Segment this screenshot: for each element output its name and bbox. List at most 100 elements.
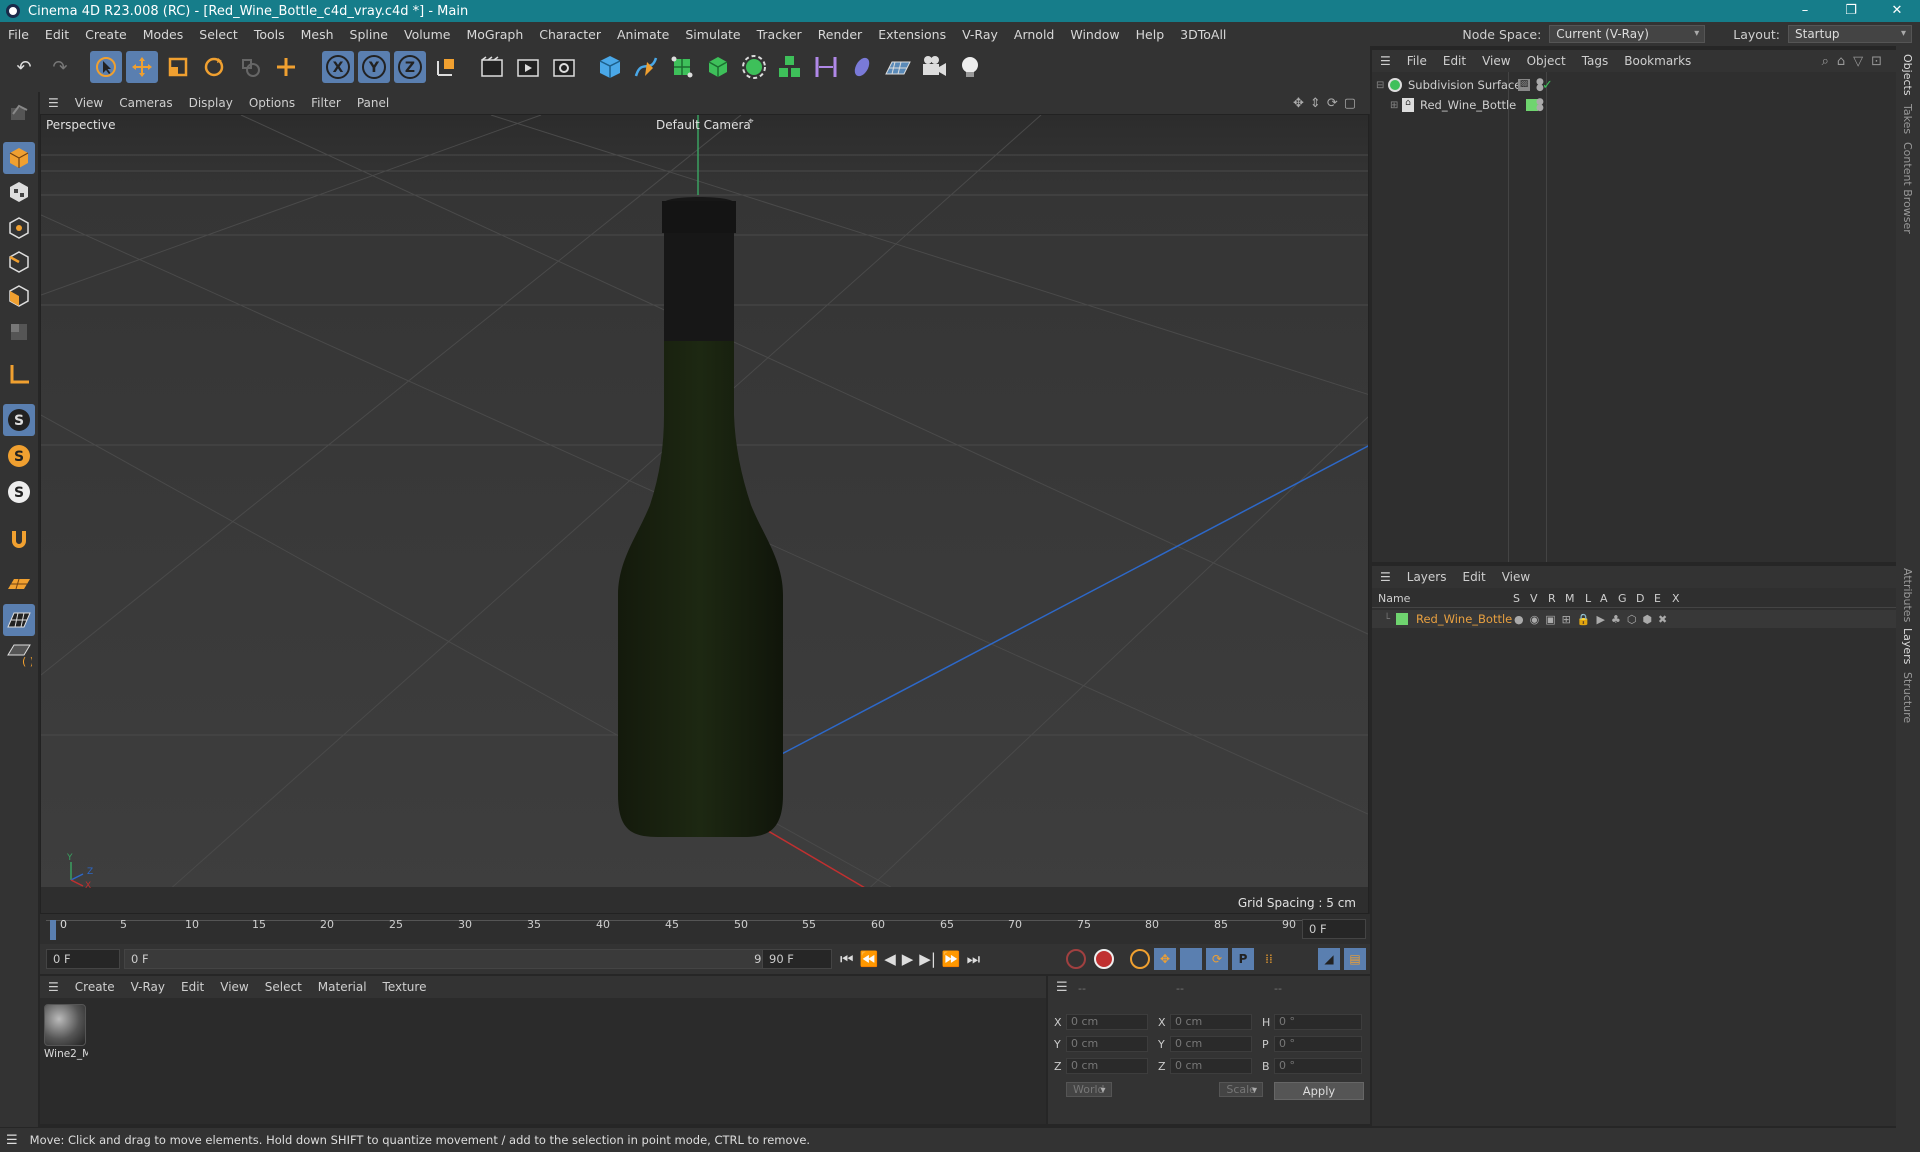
size-y-field[interactable]: 0 cm: [1170, 1036, 1252, 1052]
object-row-red-wine-bottle[interactable]: ⊞ ⌂ Red_Wine_Bottle ● ●: [1390, 96, 1890, 114]
restore-button[interactable]: ❐: [1828, 0, 1874, 22]
menu-file[interactable]: File: [0, 27, 37, 42]
menu-edit[interactable]: Edit: [37, 27, 77, 42]
go-to-end-icon[interactable]: ⏭: [967, 950, 981, 968]
material-menu-vray[interactable]: V-Ray: [123, 980, 173, 994]
previous-frame-icon[interactable]: ◀: [884, 950, 896, 968]
preview-range-slider[interactable]: 0 F 90 F: [124, 949, 788, 969]
layer-menu-view[interactable]: View: [1494, 570, 1538, 584]
layer-menu-edit[interactable]: Edit: [1454, 570, 1493, 584]
menu-3dtoall[interactable]: 3DToAll: [1172, 27, 1234, 42]
menu-volume[interactable]: Volume: [396, 27, 459, 42]
menu-extensions[interactable]: Extensions: [870, 27, 954, 42]
next-key-icon[interactable]: ⏩: [942, 950, 961, 968]
viewport-menu-cameras[interactable]: Cameras: [111, 96, 180, 110]
coordinate-type-dropdown[interactable]: Scale: [1219, 1082, 1263, 1097]
key-position-icon[interactable]: [1130, 949, 1150, 969]
layer-toggle-icons[interactable]: ●◉▣⊞🔒▶♣⬡⬢✖: [1514, 613, 1673, 626]
viewport-camera-label[interactable]: Default Camera: [656, 118, 751, 132]
coordinates-hamburger-icon[interactable]: ☰: [1056, 980, 1068, 995]
menu-arnold[interactable]: Arnold: [1006, 27, 1062, 42]
status-hamburger-icon[interactable]: ☰: [6, 1133, 18, 1148]
add-object-icon[interactable]: [270, 51, 302, 83]
tab-objects[interactable]: Objects: [1901, 54, 1914, 96]
material-menu-edit[interactable]: Edit: [173, 980, 212, 994]
next-frame-icon[interactable]: ▶|: [919, 950, 936, 968]
menu-mograph[interactable]: MoGraph: [458, 27, 531, 42]
uv-mode-icon[interactable]: [3, 316, 35, 348]
snap-enable-icon[interactable]: S: [3, 404, 35, 436]
undo-icon[interactable]: ↶: [8, 51, 40, 83]
key-pla-icon[interactable]: ⁞⁞: [1258, 948, 1280, 970]
scale-tool-icon[interactable]: [162, 51, 194, 83]
menu-select[interactable]: Select: [191, 27, 246, 42]
menu-help[interactable]: Help: [1128, 27, 1173, 42]
pos-z-field[interactable]: 0 cm: [1066, 1058, 1148, 1074]
object-search-filter-icons[interactable]: ⌕⌂▽⊡: [1822, 54, 1890, 69]
tab-layers[interactable]: Layers: [1901, 628, 1914, 664]
layer-hamburger-icon[interactable]: ☰: [1372, 570, 1399, 584]
coordinate-system-icon[interactable]: [430, 51, 462, 83]
menu-vray[interactable]: V-Ray: [954, 27, 1006, 42]
menu-render[interactable]: Render: [810, 27, 871, 42]
object-menu-object[interactable]: Object: [1519, 54, 1574, 68]
object-menu-edit[interactable]: Edit: [1435, 54, 1474, 68]
subdivision-surface-icon[interactable]: [666, 51, 698, 83]
menu-create[interactable]: Create: [77, 27, 135, 42]
floor-grid-icon[interactable]: [3, 568, 35, 600]
menu-tracker[interactable]: Tracker: [749, 27, 810, 42]
expand-icon[interactable]: ⊞: [1390, 100, 1402, 111]
material-menu-view[interactable]: View: [212, 980, 256, 994]
minimize-button[interactable]: –: [1782, 0, 1828, 22]
z-axis-lock-icon[interactable]: Z: [394, 51, 426, 83]
rot-h-field[interactable]: 0 °: [1274, 1014, 1362, 1030]
tab-content-browser[interactable]: Content Browser: [1901, 142, 1914, 234]
object-hamburger-icon[interactable]: ☰: [1372, 54, 1399, 68]
extrude-generator-icon[interactable]: [702, 51, 734, 83]
snap-quantize-icon[interactable]: S: [3, 476, 35, 508]
snap-settings-icon[interactable]: S: [3, 440, 35, 472]
menu-tools[interactable]: Tools: [246, 27, 293, 42]
key-move-icon[interactable]: ✥: [1154, 948, 1176, 970]
camera-object-icon[interactable]: [918, 51, 950, 83]
layer-row[interactable]: └ Red_Wine_Bottle ●◉▣⊞🔒▶♣⬡⬢✖: [1372, 610, 1896, 628]
field-object-icon[interactable]: [846, 51, 878, 83]
pos-x-field[interactable]: 0 cm: [1066, 1014, 1148, 1030]
recent-tool-icon[interactable]: [234, 51, 266, 83]
viewport-nav-icons[interactable]: ✥⇕⟳▢: [1293, 96, 1362, 111]
timeline-window-icon[interactable]: ▤: [1344, 948, 1366, 970]
close-button[interactable]: ✕: [1874, 0, 1920, 22]
grid-mesh-icon[interactable]: [3, 604, 35, 636]
object-menu-tags[interactable]: Tags: [1574, 54, 1617, 68]
current-frame-field[interactable]: 0 F: [1302, 919, 1366, 939]
magnet-tool-icon[interactable]: [3, 524, 35, 556]
redo-icon[interactable]: ↷: [44, 51, 76, 83]
layer-menu-layers[interactable]: Layers: [1399, 570, 1455, 584]
render-view-icon[interactable]: [476, 51, 508, 83]
viewport-menu-options[interactable]: Options: [241, 96, 303, 110]
object-menu-bookmarks[interactable]: Bookmarks: [1616, 54, 1699, 68]
play-icon[interactable]: ▶: [902, 950, 914, 968]
motion-sound-icon[interactable]: ◢: [1318, 948, 1340, 970]
viewport-menu-filter[interactable]: Filter: [303, 96, 349, 110]
model-mode-icon[interactable]: [3, 142, 35, 174]
enabled-check-icon[interactable]: ✓: [1542, 78, 1553, 93]
layer-tag-icon[interactable]: ▨: [1518, 79, 1530, 91]
autokey-icon[interactable]: [1094, 949, 1114, 969]
material-menu-create[interactable]: Create: [67, 980, 123, 994]
key-scale-icon[interactable]: [1180, 948, 1202, 970]
viewport-menu-display[interactable]: Display: [181, 96, 241, 110]
timeline-playhead[interactable]: [50, 920, 56, 940]
edge-mode-icon[interactable]: [3, 246, 35, 278]
object-menu-file[interactable]: File: [1399, 54, 1435, 68]
viewport-menu-view[interactable]: View: [67, 96, 111, 110]
size-x-field[interactable]: 0 cm: [1170, 1014, 1252, 1030]
cube-primitive-icon[interactable]: [594, 51, 626, 83]
menu-animate[interactable]: Animate: [609, 27, 677, 42]
end-frame-field[interactable]: 90 F: [762, 949, 832, 969]
menu-simulate[interactable]: Simulate: [677, 27, 748, 42]
x-axis-lock-icon[interactable]: X: [322, 51, 354, 83]
layout-dropdown[interactable]: Startup: [1788, 25, 1912, 43]
light-object-icon[interactable]: [954, 51, 986, 83]
expand-icon[interactable]: ⊟: [1376, 80, 1388, 91]
